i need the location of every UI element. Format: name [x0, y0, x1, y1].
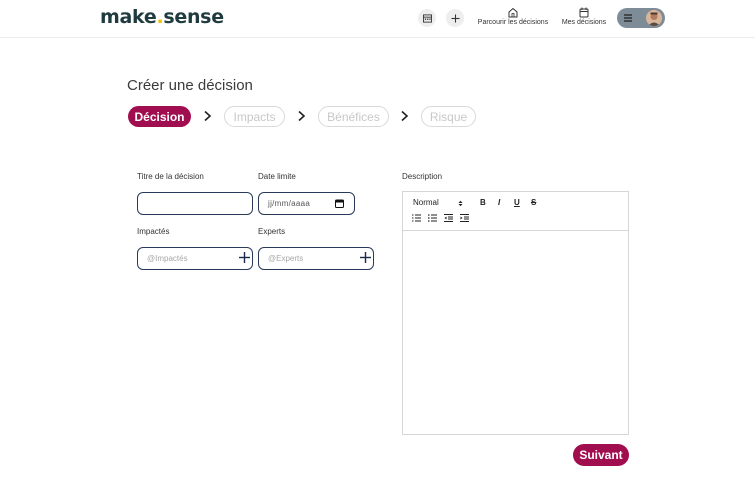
description-editor[interactable]: Normal B I U S: [402, 191, 629, 435]
deadline-label: Date limite: [258, 172, 296, 181]
calendar-picker-icon[interactable]: [335, 199, 344, 208]
experts-label: Experts: [258, 227, 286, 236]
nav-my-decisions[interactable]: Mes décisions: [560, 7, 608, 26]
editor-toolbar: Normal B I U S: [403, 192, 628, 231]
nav-my-label: Mes décisions: [561, 19, 607, 26]
avatar-image: [646, 10, 662, 26]
ordered-list-icon[interactable]: [412, 214, 421, 222]
experts-input[interactable]: @Experts: [258, 247, 374, 270]
experts-placeholder: @Experts: [268, 254, 304, 263]
underline-button[interactable]: U: [514, 198, 520, 207]
select-updown-icon: [458, 200, 463, 207]
impacted-label: Impactés: [137, 227, 170, 236]
new-decision-button[interactable]: [446, 9, 464, 27]
calendar-grid-icon: [422, 13, 432, 23]
top-header: make.sense Parcourir les décisions Mes d…: [0, 0, 755, 38]
avatar: [646, 10, 662, 26]
description-label: Description: [402, 172, 443, 181]
calendar-icon: [579, 7, 589, 18]
add-expert-plus-icon[interactable]: [359, 251, 372, 264]
format-select[interactable]: Normal: [413, 198, 439, 207]
chevron-right-icon: [401, 110, 409, 122]
plus-icon: [450, 13, 460, 23]
strike-button[interactable]: S: [531, 198, 536, 207]
step-impacts[interactable]: Impacts: [224, 106, 285, 127]
home-icon: [508, 7, 518, 18]
italic-button[interactable]: I: [498, 198, 500, 207]
title-input[interactable]: [137, 192, 253, 215]
step-risque[interactable]: Risque: [421, 106, 476, 127]
title-label: Titre de la décision: [137, 172, 204, 181]
indent-icon[interactable]: [460, 214, 469, 222]
bullet-list-icon[interactable]: [428, 214, 437, 222]
impacted-placeholder: @Impactés: [147, 254, 188, 263]
logo-text-make: make: [100, 6, 157, 28]
chevron-right-icon: [298, 110, 306, 122]
page-title: Créer une décision: [127, 77, 253, 94]
calendar-button[interactable]: [418, 9, 436, 27]
bold-button[interactable]: B: [480, 198, 486, 207]
step-decision[interactable]: Décision: [128, 106, 191, 127]
nav-browse-decisions[interactable]: Parcourir les décisions: [475, 7, 551, 26]
deadline-placeholder: jj/mm/aaaa: [268, 199, 311, 208]
make-sense-logo[interactable]: make.sense: [100, 6, 224, 28]
next-button[interactable]: Suivant: [573, 444, 629, 466]
nav-browse-label: Parcourir les décisions: [477, 19, 549, 26]
add-impacted-plus-icon[interactable]: [238, 251, 251, 264]
chevron-right-icon: [204, 110, 212, 122]
outdent-icon[interactable]: [444, 214, 453, 222]
step-benefices[interactable]: Bénéfices: [318, 106, 389, 127]
deadline-date-input[interactable]: jj/mm/aaaa: [258, 192, 355, 215]
impacted-input[interactable]: @Impactés: [137, 247, 253, 270]
user-menu-button[interactable]: [617, 8, 665, 28]
logo-text-sense: sense: [163, 6, 224, 28]
hamburger-icon: [624, 14, 632, 22]
